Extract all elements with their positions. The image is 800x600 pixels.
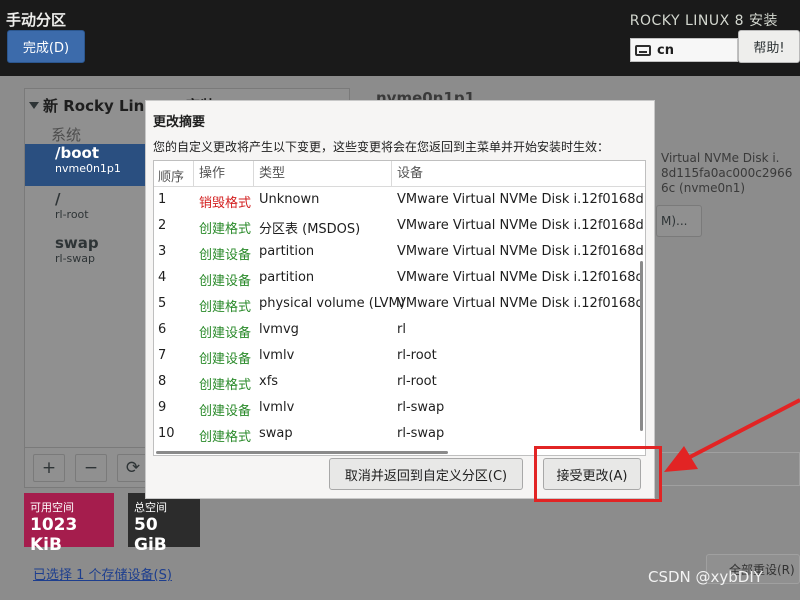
device-detail-field xyxy=(660,452,800,486)
selected-storage-link[interactable]: 已选择 1 个存储设备(S) xyxy=(33,564,172,583)
device-info-line: 6c (nvme0n1) xyxy=(661,181,746,195)
annotation-arrow-shaft xyxy=(689,398,800,459)
row-order: 1 xyxy=(158,192,167,207)
row-action: 创建设备 xyxy=(199,248,252,263)
row-type: swap xyxy=(259,426,293,441)
partition-device: nvme0n1p1 xyxy=(55,162,121,175)
row-order: 7 xyxy=(158,348,167,363)
row-device: VMware Virtual NVMe Disk i.12f0168d115 xyxy=(397,296,646,311)
remove-partition-button[interactable]: − xyxy=(75,454,107,482)
table-header: 顺序 操作 类型 设备 xyxy=(154,161,645,187)
row-type: lvmvg xyxy=(259,322,299,337)
row-order: 10 xyxy=(158,426,175,441)
total-space-label: 总空间 xyxy=(134,501,167,514)
partition-device: rl-swap xyxy=(55,252,95,265)
row-action: 销毁格式 xyxy=(199,196,252,211)
row-order: 9 xyxy=(158,400,167,415)
row-action: 创建设备 xyxy=(199,326,252,341)
row-action: 创建格式 xyxy=(199,222,252,237)
row-device: VMware Virtual NVMe Disk i.12f0168d115 xyxy=(397,218,646,233)
modify-device-button[interactable]: M)... xyxy=(656,205,702,237)
partition-device: rl-root xyxy=(55,208,89,221)
column-header-type[interactable]: 类型 xyxy=(253,161,285,187)
device-info-line: Virtual NVMe Disk i. xyxy=(661,151,780,165)
row-action: 创建格式 xyxy=(199,430,252,445)
watermark: CSDN @xybDIY xyxy=(648,568,763,586)
row-type: 分区表 (MSDOS) xyxy=(259,222,361,237)
vertical-scrollbar[interactable] xyxy=(640,261,643,431)
partition-item-boot[interactable]: /boot nvme0n1p1 xyxy=(25,144,149,186)
table-row[interactable]: 6 创建设备 lvmvg rl xyxy=(154,318,645,344)
partition-name: / xyxy=(55,190,61,208)
dialog-description: 您的自定义更改将产生以下变更，这些变更将会在您返回到主菜单并开始安装时生效： xyxy=(153,140,610,154)
page-title: 手动分区 xyxy=(6,11,67,29)
row-action: 创建格式 xyxy=(199,300,252,315)
row-action: 创建格式 xyxy=(199,378,252,393)
row-action: 创建设备 xyxy=(199,274,252,289)
summary-of-changes-dialog: 更改摘要 您的自定义更改将产生以下变更，这些变更将会在您返回到主菜单并开始安装时… xyxy=(145,100,655,499)
row-device: VMware Virtual NVMe Disk i.12f0168d115 xyxy=(397,244,646,259)
annotation-highlight-box xyxy=(534,446,662,502)
changes-table: 顺序 操作 类型 设备 1 销毁格式 Unknown VMware Virtua… xyxy=(153,160,646,456)
row-type: lvmlv xyxy=(259,348,295,363)
row-order: 8 xyxy=(158,374,167,389)
row-device: VMware Virtual NVMe Disk i.12f0168d115 xyxy=(397,192,646,207)
table-row[interactable]: 3 创建设备 partition VMware Virtual NVMe Dis… xyxy=(154,240,645,266)
table-row[interactable]: 2 创建格式 分区表 (MSDOS) VMware Virtual NVMe D… xyxy=(154,214,645,240)
row-type: physical volume (LVM) xyxy=(259,296,405,311)
keyboard-layout-label: cn xyxy=(657,42,674,58)
table-row[interactable]: 9 创建设备 lvmlv rl-swap xyxy=(154,396,645,422)
device-detail-info: Virtual NVMe Disk i. 8d115fa0ac000c2966 … xyxy=(661,151,792,196)
row-order: 3 xyxy=(158,244,167,259)
horizontal-scrollbar[interactable] xyxy=(156,451,448,454)
partition-name: swap xyxy=(55,234,99,252)
total-space-value: 50 GiB xyxy=(134,515,167,555)
row-type: xfs xyxy=(259,374,279,389)
row-device: rl-swap xyxy=(397,400,445,415)
row-device: VMware Virtual NVMe Disk i.12f0168d115 xyxy=(397,270,646,285)
partition-item-swap[interactable]: swap rl-swap xyxy=(25,234,149,276)
product-title: ROCKY LINUX 8 安装 xyxy=(629,13,778,29)
table-row[interactable]: 7 创建设备 lvmlv rl-root xyxy=(154,344,645,370)
partition-name: /boot xyxy=(55,144,99,162)
column-header-order[interactable]: 顺序 xyxy=(158,166,184,185)
row-order: 4 xyxy=(158,270,167,285)
row-device: rl-root xyxy=(397,348,437,363)
available-space-value: 1023 KiB xyxy=(30,515,78,555)
cancel-and-return-button[interactable]: 取消并返回到自定义分区(C) xyxy=(329,458,523,490)
row-device: rl-root xyxy=(397,374,437,389)
table-row[interactable]: 10 创建格式 swap rl-swap xyxy=(154,422,645,448)
row-type: partition xyxy=(259,270,315,285)
row-order: 6 xyxy=(158,322,167,337)
available-space-box: 可用空间 1023 KiB xyxy=(24,493,114,555)
available-space-label: 可用空间 xyxy=(30,501,74,514)
row-device: rl-swap xyxy=(397,426,445,441)
table-row[interactable]: 8 创建格式 xfs rl-root xyxy=(154,370,645,396)
column-header-action[interactable]: 操作 xyxy=(193,161,225,187)
done-button[interactable]: 完成(D) xyxy=(7,30,85,63)
header-bar: 手动分区 完成(D) ROCKY LINUX 8 安装 cn 帮助! xyxy=(0,0,800,76)
device-info-line: 8d115fa0ac000c2966 xyxy=(661,166,793,180)
table-row[interactable]: 1 销毁格式 Unknown VMware Virtual NVMe Disk … xyxy=(154,188,645,214)
keyboard-icon xyxy=(635,44,651,56)
dialog-title: 更改摘要 xyxy=(153,115,206,130)
system-group-label: 系统 xyxy=(51,126,82,144)
partition-item-root[interactable]: / rl-root xyxy=(25,190,149,232)
table-row[interactable]: 4 创建设备 partition VMware Virtual NVMe Dis… xyxy=(154,266,645,292)
row-type: partition xyxy=(259,244,315,259)
help-button[interactable]: 帮助! xyxy=(738,30,800,63)
row-device: rl xyxy=(397,322,406,337)
add-partition-button[interactable]: + xyxy=(33,454,65,482)
expand-triangle-icon xyxy=(29,102,39,109)
row-type: Unknown xyxy=(259,192,320,207)
row-order: 5 xyxy=(158,296,167,311)
row-type: lvmlv xyxy=(259,400,295,415)
row-action: 创建设备 xyxy=(199,404,252,419)
keyboard-layout-indicator[interactable]: cn xyxy=(630,38,738,62)
table-row[interactable]: 5 创建格式 physical volume (LVM) VMware Virt… xyxy=(154,292,645,318)
row-action: 创建设备 xyxy=(199,352,252,367)
column-header-device[interactable]: 设备 xyxy=(391,161,423,187)
row-order: 2 xyxy=(158,218,167,233)
total-space-box: 总空间 50 GiB xyxy=(128,493,200,555)
